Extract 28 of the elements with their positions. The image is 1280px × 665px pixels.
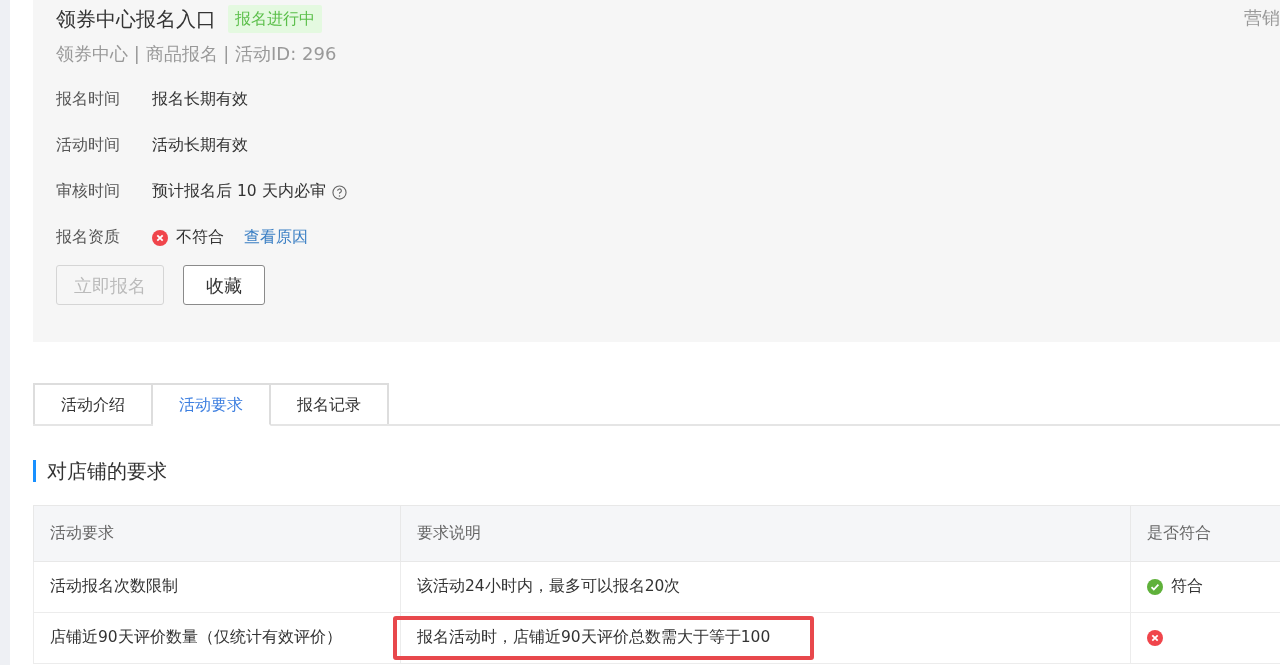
section-title: 对店铺的要求 [47,458,167,485]
info-label: 报名资质 [56,227,121,249]
info-value: 预计报名后 10 天内必审 [152,181,326,203]
info-label: 审核时间 [56,181,121,203]
breadcrumb-text: 领券中心 | 商品报名 | 活动ID: 296 [56,42,338,66]
favorite-button[interactable]: 收藏 [183,265,265,305]
info-value: 不符合 [176,227,224,249]
result-text: 符合 [1171,576,1203,598]
table-cell: 报名活动时，店铺近90天评价总数需大于等于100 [417,628,771,647]
info-label: 活动时间 [56,135,121,157]
help-icon[interactable] [331,184,347,200]
page-title: 领券中心报名入口 [56,6,216,33]
reason-link[interactable]: 查看原因 [244,226,308,250]
info-label: 报名时间 [56,89,121,111]
table-cell: 该活动24小时内，最多可以报名20次 [400,561,1131,613]
info-value: 活动长期有效 [152,135,248,157]
info-value: 报名长期有效 [152,89,248,111]
tab[interactable]: 活动要求 [153,383,271,426]
status-badge: 报名进行中 [228,5,322,33]
corner-text: 营销 [1244,6,1280,30]
column-header: 要求说明 [400,505,1131,562]
column-header: 是否符合 [1130,505,1280,562]
table-cell: 店铺近90天评价数量（仅统计有效评价） [33,612,401,664]
tab[interactable]: 报名记录 [271,383,389,424]
column-header: 活动要求 [33,505,401,562]
table-cell: 活动报名次数限制 [33,561,401,613]
section-marker [33,460,36,482]
tab[interactable]: 活动介绍 [33,383,153,424]
